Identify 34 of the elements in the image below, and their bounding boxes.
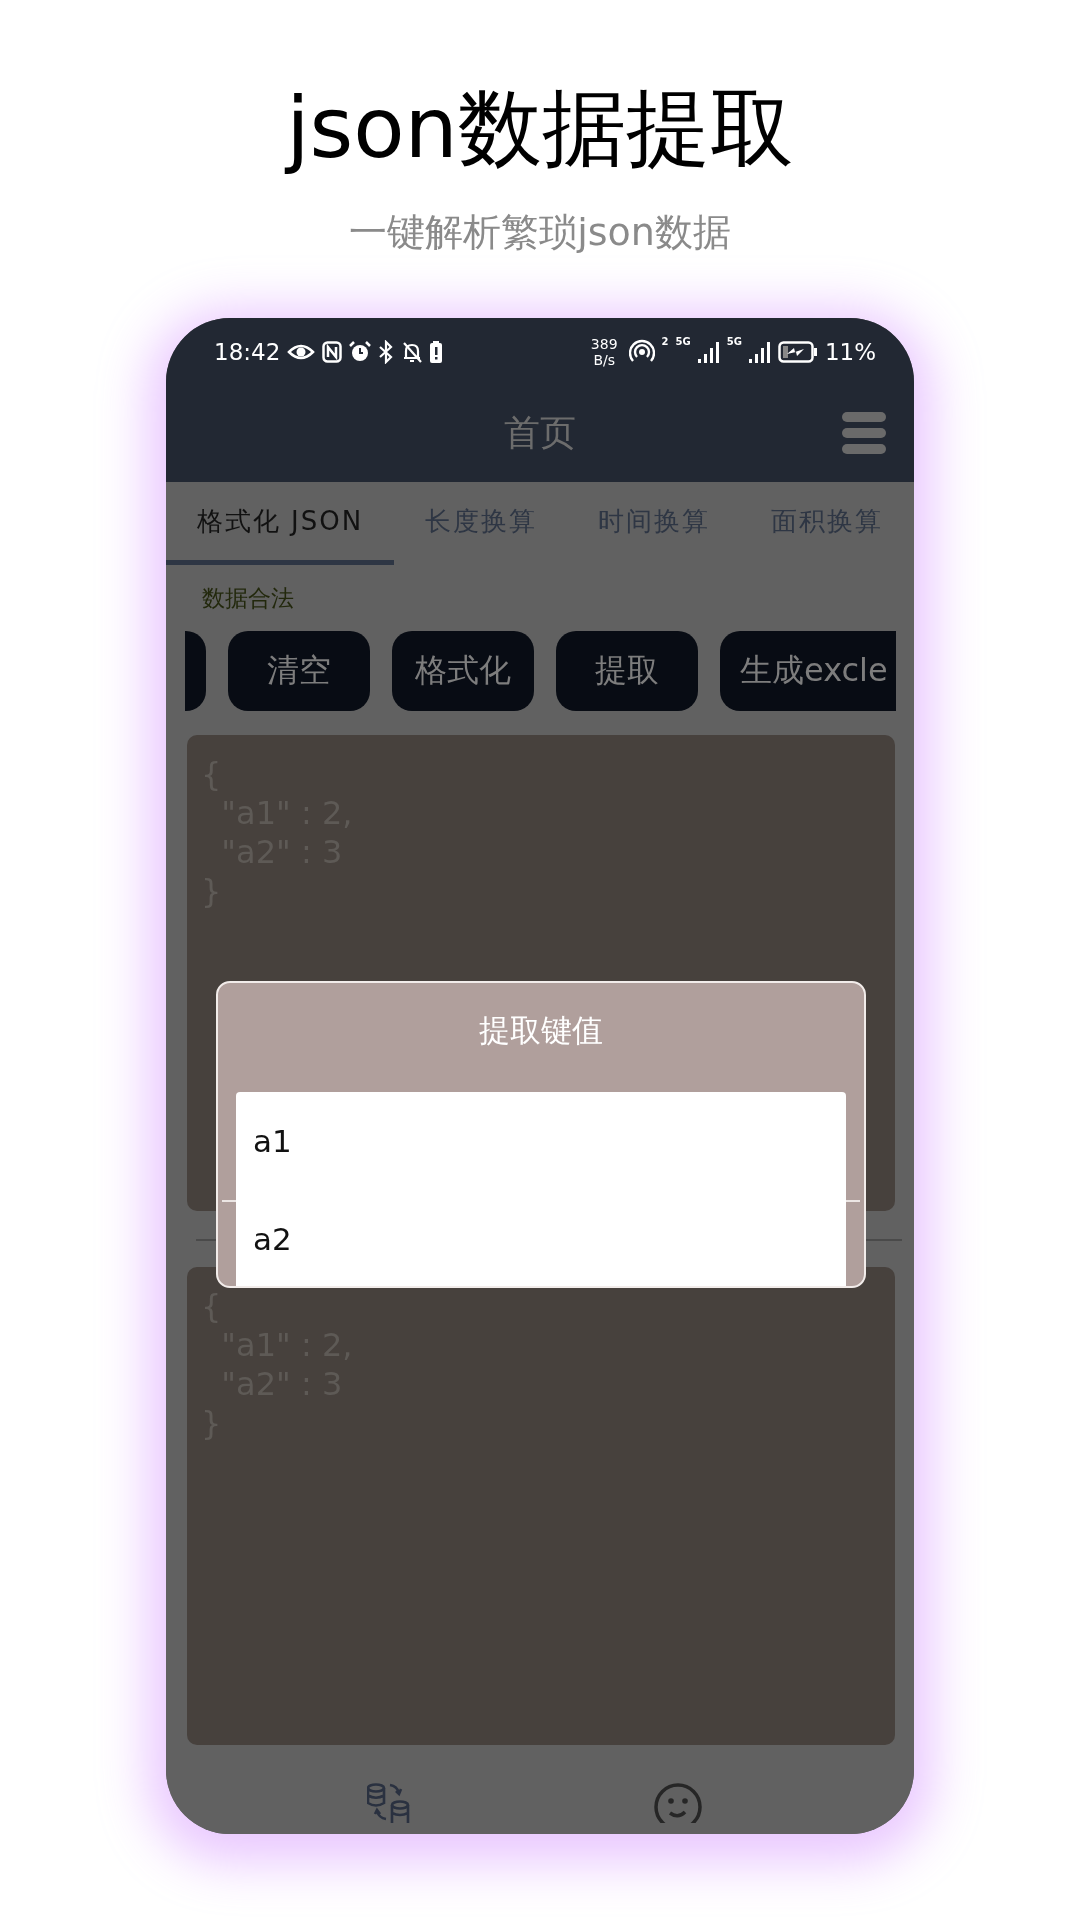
headline: json数据提取 [286,78,794,178]
charging-battery-icon [777,340,818,363]
action-button[interactable]: 清空 [228,631,370,711]
muted-bell-icon [401,340,424,363]
alarm-icon [349,340,372,363]
validity-message: 数据合法 [202,584,295,613]
network-type: 5G [675,336,691,347]
list-item[interactable]: a1 [236,1092,846,1190]
signal-icon [697,340,720,363]
signal-icon [748,340,771,363]
smiley-icon[interactable] [653,1783,703,1823]
tab[interactable]: 格式化 JSON [166,482,394,565]
battery-alert-icon [430,340,443,363]
bluetooth-icon [378,339,395,364]
nfc-icon [322,340,343,363]
subheadline: 一键解析繁琐json数据 [349,209,731,256]
action-button[interactable]: 格式化 [392,631,534,711]
network-speed-unit: B/s [593,351,615,368]
battery-percentage: 11% [824,338,876,365]
code-line: } [201,872,222,911]
database-sync-icon[interactable] [367,1783,411,1823]
menu-icon[interactable] [842,412,886,454]
hotspot-count: 2 [661,336,669,347]
action-button[interactable] [185,631,206,711]
status-time: 18:42 [214,338,281,365]
network-speed-value: 389 [590,335,618,352]
code-line: } [201,1404,222,1443]
code-line: { [201,755,222,794]
network-type: 5G [726,336,742,347]
action-button[interactable]: 提取 [556,631,698,711]
action-button[interactable]: 生成excle [720,631,896,711]
page-title: 首页 [504,411,576,455]
dialog-title: 提取键值 [479,1011,603,1050]
code-line: { [201,1287,222,1326]
